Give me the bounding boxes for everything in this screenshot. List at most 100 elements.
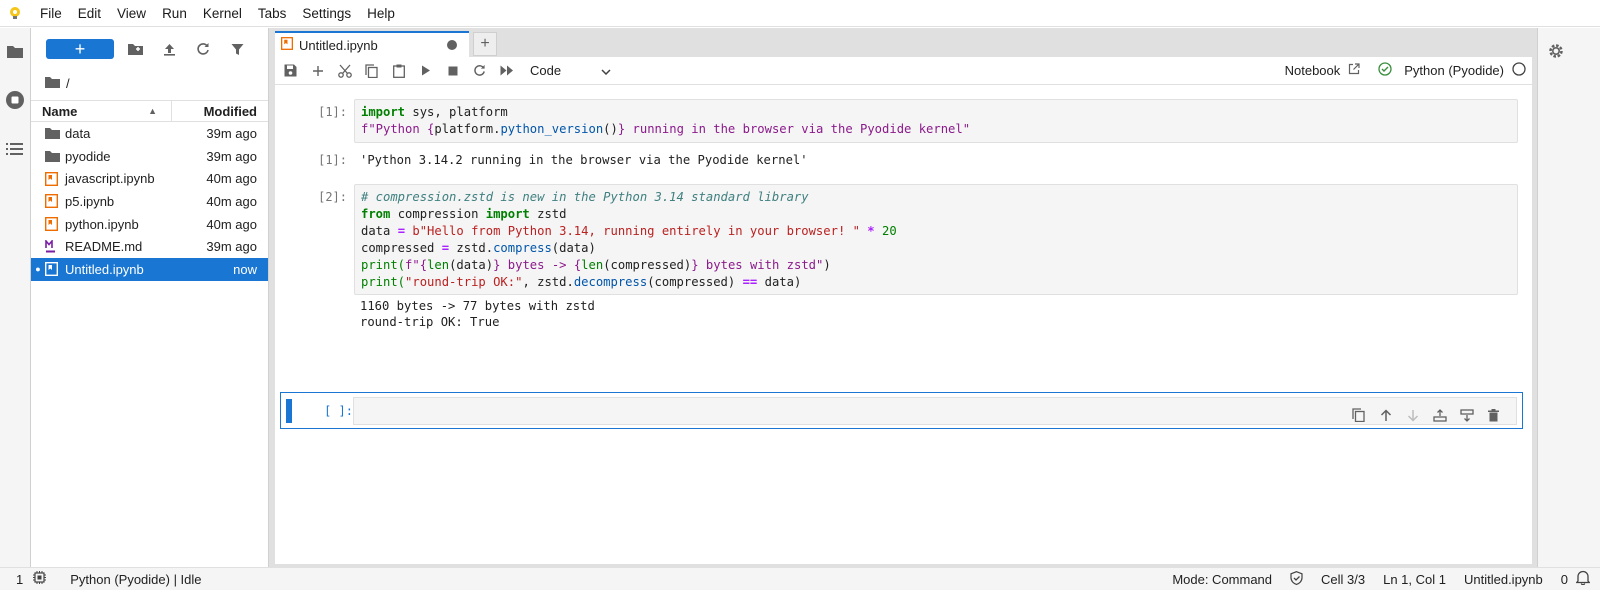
name-column-header[interactable]: Name ▲ — [31, 101, 172, 121]
bell-icon[interactable] — [1575, 570, 1591, 588]
open-in-notebook-button[interactable]: Notebook — [1285, 63, 1341, 78]
new-tab-button[interactable]: + — [473, 32, 497, 56]
menu-run[interactable]: Run — [154, 0, 195, 27]
input-prompt: [1]: — [318, 105, 347, 119]
cut-icon[interactable] — [331, 59, 358, 83]
trusted-shield-icon — [1290, 570, 1303, 588]
running-kernels-icon[interactable] — [4, 89, 26, 111]
right-sidebar — [1537, 28, 1600, 567]
cursor-position[interactable]: Ln 1, Col 1 — [1383, 572, 1446, 587]
breadcrumb-home-folder-icon[interactable] — [45, 76, 60, 91]
active-cell[interactable]: [ ]: — [280, 392, 1523, 429]
file-modified: 40m ago — [206, 171, 257, 187]
cell-output: 1160 bytes -> 77 bytes with zstd round-t… — [360, 299, 595, 329]
notebook-icon — [45, 216, 65, 232]
restart-run-all-icon[interactable] — [493, 59, 520, 83]
restart-icon[interactable] — [466, 59, 493, 83]
copy-icon[interactable] — [358, 59, 385, 83]
cell-position: Cell 3/3 — [1321, 571, 1366, 587]
insert-below-icon[interactable] — [1456, 405, 1477, 425]
cell-output: 'Python 3.14.2 running in the browser vi… — [360, 153, 808, 167]
property-inspector-gear-icon[interactable] — [1545, 40, 1567, 62]
insert-above-icon[interactable] — [1429, 405, 1450, 425]
insert-cell-icon[interactable] — [304, 59, 331, 83]
refresh-icon[interactable] — [186, 37, 220, 61]
folder-icon[interactable] — [4, 40, 26, 62]
file-modified: 40m ago — [206, 193, 257, 209]
notebook-icon — [280, 37, 294, 53]
stop-icon[interactable] — [439, 59, 466, 83]
kernel-usage-icon[interactable] — [33, 571, 47, 587]
menu-kernel[interactable]: Kernel — [195, 0, 250, 27]
external-link-icon[interactable] — [1348, 63, 1360, 78]
markdown-icon — [45, 239, 65, 255]
run-icon[interactable] — [412, 59, 439, 83]
new-folder-icon[interactable] — [118, 37, 152, 61]
file-modified: now — [233, 261, 257, 277]
notification-count: 0 — [1560, 571, 1568, 587]
upload-icon[interactable] — [152, 37, 186, 61]
file-name: Untitled.ipynb — [65, 261, 144, 277]
menu-file[interactable]: File — [30, 0, 70, 27]
file-name: javascript.ipynb — [65, 171, 155, 187]
input-prompt: [ ]: — [324, 404, 353, 418]
file-row[interactable]: p5.ipynb 40m ago — [31, 190, 268, 213]
file-name: python.ipynb — [65, 216, 139, 232]
cell-type-value: Code — [530, 63, 562, 78]
input-prompt: [2]: — [318, 190, 347, 204]
cell-type-dropdown[interactable]: Code — [530, 63, 611, 78]
menu-settings[interactable]: Settings — [294, 0, 359, 27]
menu-edit[interactable]: Edit — [70, 0, 109, 27]
tab-bar: Untitled.ipynb + — [275, 31, 497, 57]
folder-icon — [45, 125, 65, 141]
toolbar-right: Notebook Python (Pyodide) — [1285, 62, 1532, 79]
cell-toolbar — [1348, 405, 1504, 425]
kernel-idle-icon — [1512, 62, 1526, 79]
menu-view[interactable]: View — [109, 0, 154, 27]
move-up-icon[interactable] — [1375, 405, 1396, 425]
breadcrumb-path[interactable]: / — [66, 76, 70, 91]
notebook-icon — [45, 171, 65, 187]
notebook-panel: Code Notebook Python (Pyodide) [1]: impo… — [275, 57, 1532, 564]
paste-icon[interactable] — [385, 59, 412, 83]
name-column-label: Name — [42, 103, 78, 119]
code-cell-input[interactable]: import sys, platform f"Python {platform.… — [354, 99, 1518, 143]
modified-column-header[interactable]: Modified — [172, 104, 268, 119]
mode-indicator: Mode: Command — [1172, 571, 1273, 587]
file-row[interactable]: javascript.ipynb 40m ago — [31, 167, 268, 190]
tab-title: Untitled.ipynb — [299, 37, 378, 53]
menu-help[interactable]: Help — [359, 0, 403, 27]
menu-bar: File Edit View Run Kernel Tabs Settings … — [0, 0, 1600, 27]
tab-untitled-notebook[interactable]: Untitled.ipynb — [275, 31, 469, 57]
file-name: data — [65, 125, 91, 141]
save-icon[interactable] — [277, 59, 304, 83]
file-modified: 39m ago — [206, 239, 257, 255]
unsaved-indicator-icon[interactable] — [447, 40, 457, 50]
duplicate-cell-icon[interactable] — [1348, 405, 1369, 425]
file-modified: 40m ago — [206, 216, 257, 232]
kernel-status[interactable]: Python (Pyodide) | Idle — [70, 572, 201, 587]
filter-icon[interactable] — [220, 37, 254, 61]
terminal-count[interactable]: 1 — [16, 572, 23, 587]
file-name: pyodide — [65, 148, 111, 164]
menu-tabs[interactable]: Tabs — [250, 0, 295, 27]
code-cell-input[interactable]: # compression.zstd is new in the Python … — [354, 184, 1518, 295]
kernel-name-button[interactable]: Python (Pyodide) — [1404, 63, 1504, 78]
file-row[interactable]: README.md 39m ago — [31, 235, 268, 258]
file-modified: 39m ago — [206, 148, 257, 164]
breadcrumb: / — [31, 70, 268, 96]
new-launcher-button[interactable]: + — [46, 39, 114, 59]
code-cell-input[interactable] — [353, 397, 1517, 425]
file-row[interactable]: data 39m ago — [31, 122, 268, 145]
chevron-down-icon — [601, 63, 611, 78]
file-row[interactable]: python.ipynb 40m ago — [31, 213, 268, 236]
move-down-icon[interactable] — [1402, 405, 1423, 425]
file-name: p5.ipynb — [65, 193, 115, 209]
trusted-check-icon — [1378, 62, 1392, 79]
file-row[interactable]: pyodide 39m ago — [31, 145, 268, 168]
table-of-contents-icon[interactable] — [4, 138, 26, 160]
notebook-icon — [45, 261, 65, 277]
delete-cell-icon[interactable] — [1483, 405, 1504, 425]
file-row-selected[interactable]: ● Untitled.ipynb now — [31, 258, 268, 281]
sort-ascending-icon: ▲ — [148, 106, 157, 116]
